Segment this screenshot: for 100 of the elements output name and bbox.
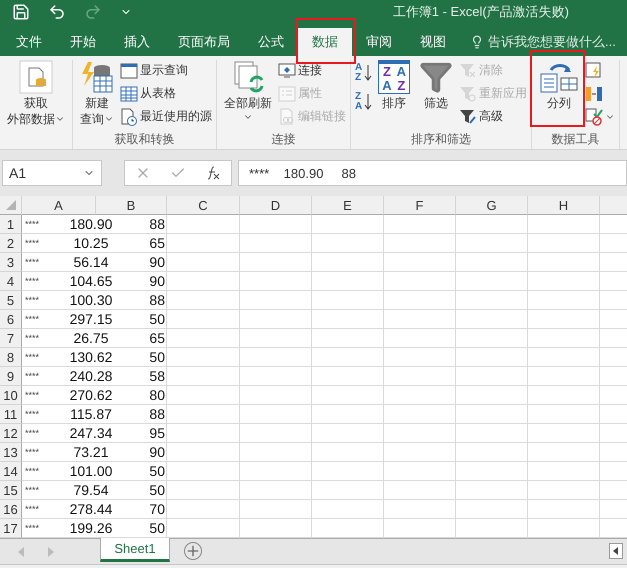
ribbon-command[interactable]: 连接 — [278, 60, 346, 81]
table-cell[interactable] — [312, 348, 384, 367]
row-header[interactable]: 5 — [0, 291, 22, 310]
ribbon-command[interactable]: 高级 — [459, 106, 528, 127]
table-cell[interactable] — [384, 405, 456, 424]
row-header[interactable]: 6 — [0, 310, 22, 329]
table-cell[interactable] — [167, 367, 240, 386]
table-cell[interactable]: **** 73.21 90 — [22, 443, 167, 462]
function-icon[interactable] — [205, 165, 222, 181]
table-cell[interactable] — [167, 215, 240, 234]
table-cell[interactable] — [384, 481, 456, 500]
table-cell[interactable] — [528, 386, 600, 405]
column-header[interactable]: A — [22, 196, 96, 215]
row-header[interactable]: 10 — [0, 386, 22, 405]
table-cell[interactable] — [528, 443, 600, 462]
table-cell[interactable]: **** 240.28 58 — [22, 367, 167, 386]
ribbon-icon-button[interactable]: Z A — [355, 91, 372, 112]
table-cell[interactable] — [456, 310, 528, 329]
table-cell[interactable] — [167, 310, 240, 329]
table-cell[interactable] — [456, 367, 528, 386]
table-cell[interactable] — [384, 462, 456, 481]
column-header[interactable]: C — [167, 196, 240, 215]
table-cell[interactable] — [312, 481, 384, 500]
table-cell[interactable] — [456, 462, 528, 481]
table-cell[interactable] — [240, 253, 312, 272]
row-header[interactable]: 8 — [0, 348, 22, 367]
table-cell[interactable] — [384, 443, 456, 462]
table-cell[interactable] — [456, 424, 528, 443]
table-cell[interactable]: **** 278.44 70 — [22, 500, 167, 519]
ribbon-button[interactable]: 获取 外部数据 — [4, 60, 68, 126]
table-cell[interactable] — [384, 424, 456, 443]
table-cell[interactable]: **** 270.62 80 — [22, 386, 167, 405]
row-header[interactable]: 3 — [0, 253, 22, 272]
table-cell[interactable] — [312, 500, 384, 519]
select-all-corner[interactable] — [0, 196, 22, 215]
row-header[interactable]: 12 — [0, 424, 22, 443]
table-cell[interactable] — [456, 291, 528, 310]
scroll-left-icon[interactable] — [609, 543, 623, 559]
column-header[interactable]: E — [312, 196, 384, 215]
row-header[interactable]: 9 — [0, 367, 22, 386]
table-cell[interactable] — [456, 519, 528, 538]
ribbon-command[interactable]: 显示查询 — [120, 60, 212, 81]
table-cell[interactable] — [456, 405, 528, 424]
table-cell[interactable] — [456, 253, 528, 272]
table-cell[interactable] — [240, 481, 312, 500]
ribbon-tab[interactable]: 页面布局 — [164, 28, 244, 56]
table-cell[interactable] — [312, 424, 384, 443]
table-cell[interactable]: **** 79.54 50 — [22, 481, 167, 500]
table-cell[interactable]: **** 104.65 90 — [22, 272, 167, 291]
table-cell[interactable] — [312, 310, 384, 329]
table-cell[interactable] — [167, 234, 240, 253]
table-cell[interactable] — [528, 424, 600, 443]
ribbon-button[interactable]: 全部刷新 — [221, 60, 275, 122]
table-cell[interactable] — [312, 215, 384, 234]
table-cell[interactable]: **** 56.14 90 — [22, 253, 167, 272]
ribbon-tab[interactable]: 数据 — [298, 28, 352, 56]
table-cell[interactable] — [312, 253, 384, 272]
name-box[interactable]: A1 — [2, 160, 102, 186]
table-cell[interactable] — [240, 367, 312, 386]
table-cell[interactable]: **** 199.26 50 — [22, 519, 167, 538]
ribbon-tab[interactable]: 审阅 — [352, 28, 406, 56]
save-icon[interactable] — [12, 3, 30, 21]
table-cell[interactable] — [240, 424, 312, 443]
table-cell[interactable] — [456, 348, 528, 367]
table-cell[interactable] — [384, 500, 456, 519]
table-cell[interactable] — [240, 443, 312, 462]
table-cell[interactable] — [312, 462, 384, 481]
table-cell[interactable] — [312, 291, 384, 310]
row-header[interactable]: 13 — [0, 443, 22, 462]
ribbon-command[interactable]: 从表格 — [120, 83, 212, 104]
table-cell[interactable] — [167, 443, 240, 462]
previous-sheet-icon[interactable] — [18, 547, 26, 557]
table-cell[interactable] — [240, 462, 312, 481]
table-cell[interactable]: **** 101.00 50 — [22, 462, 167, 481]
table-cell[interactable] — [528, 500, 600, 519]
ribbon-tab[interactable]: 开始 — [56, 28, 110, 56]
table-cell[interactable] — [528, 253, 600, 272]
row-header[interactable]: 14 — [0, 462, 22, 481]
table-cell[interactable] — [240, 500, 312, 519]
row-header[interactable]: 1 — [0, 215, 22, 234]
add-sheet-icon[interactable] — [184, 542, 202, 560]
table-cell[interactable] — [528, 291, 600, 310]
table-cell[interactable]: **** 115.87 88 — [22, 405, 167, 424]
table-cell[interactable] — [456, 215, 528, 234]
table-cell[interactable] — [456, 272, 528, 291]
table-cell[interactable] — [240, 519, 312, 538]
table-cell[interactable] — [384, 253, 456, 272]
row-header[interactable]: 17 — [0, 519, 22, 538]
ribbon-button[interactable]: Z A A Z 排序 — [375, 60, 414, 110]
table-cell[interactable] — [456, 329, 528, 348]
table-cell[interactable] — [167, 348, 240, 367]
table-cell[interactable] — [240, 329, 312, 348]
table-cell[interactable] — [384, 348, 456, 367]
table-cell[interactable] — [528, 310, 600, 329]
table-cell[interactable] — [384, 215, 456, 234]
table-cell[interactable] — [312, 329, 384, 348]
table-cell[interactable] — [312, 405, 384, 424]
table-cell[interactable] — [167, 481, 240, 500]
row-header[interactable]: 7 — [0, 329, 22, 348]
ribbon-tab[interactable]: 视图 — [406, 28, 460, 56]
